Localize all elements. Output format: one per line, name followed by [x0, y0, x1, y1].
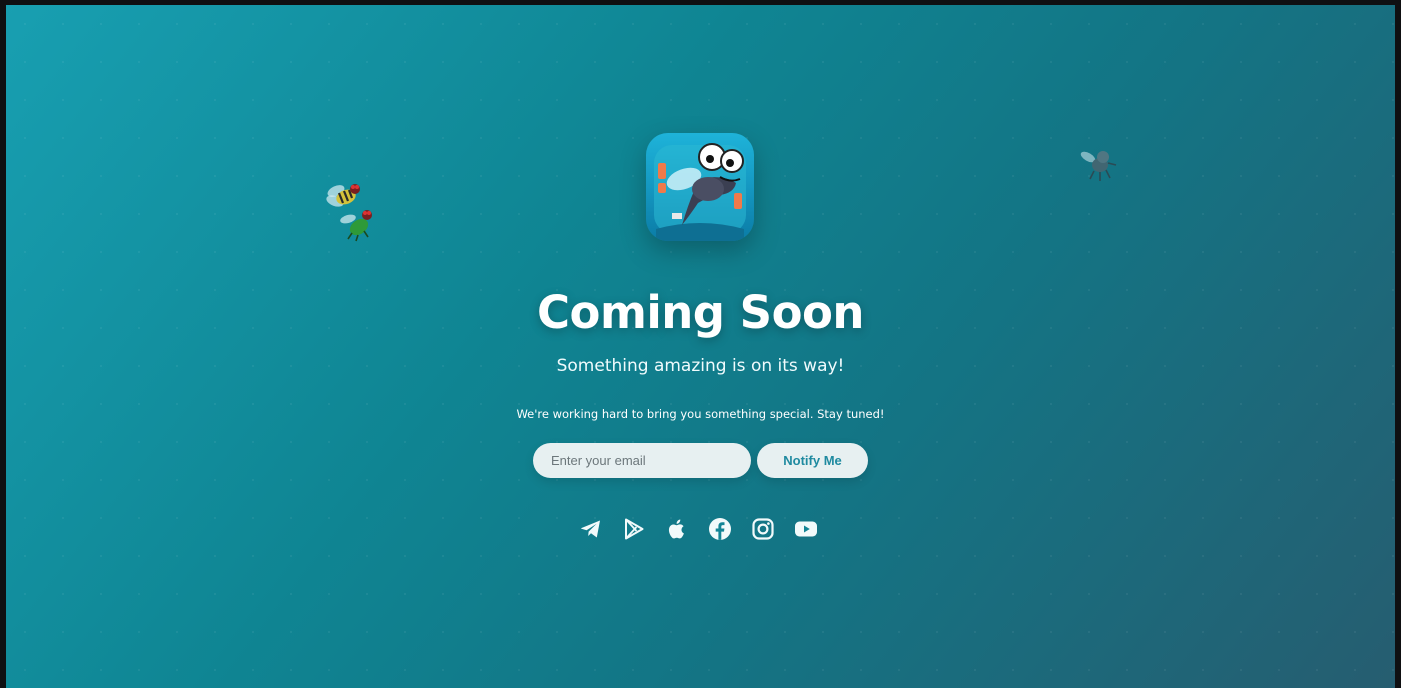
facebook-link[interactable] — [707, 516, 733, 542]
telegram-icon — [581, 520, 600, 538]
apple-icon — [668, 519, 684, 539]
green-fly-icon — [340, 210, 372, 242]
apple-link[interactable] — [664, 516, 690, 542]
background-pattern — [6, 5, 1395, 688]
page-subtitle: Something amazing is on its way! — [556, 356, 845, 376]
social-links — [578, 515, 819, 543]
notify-me-button[interactable]: Notify Me — [757, 443, 868, 478]
page-description: We're working hard to bring you somethin… — [516, 407, 885, 421]
gray-fly-icon — [1080, 151, 1117, 181]
google-play-link[interactable] — [621, 516, 647, 542]
fly-app-icon — [646, 133, 754, 241]
page-title: Coming Soon — [537, 286, 864, 339]
instagram-icon — [752, 518, 774, 540]
instagram-link[interactable] — [750, 516, 776, 542]
google-play-icon — [625, 518, 644, 540]
facebook-icon — [709, 518, 731, 540]
coming-soon-page: Coming Soon Something amazing is on its … — [6, 5, 1395, 688]
youtube-link[interactable] — [793, 516, 819, 542]
email-input[interactable] — [533, 443, 751, 478]
youtube-icon — [795, 521, 817, 537]
telegram-link[interactable] — [578, 516, 604, 542]
